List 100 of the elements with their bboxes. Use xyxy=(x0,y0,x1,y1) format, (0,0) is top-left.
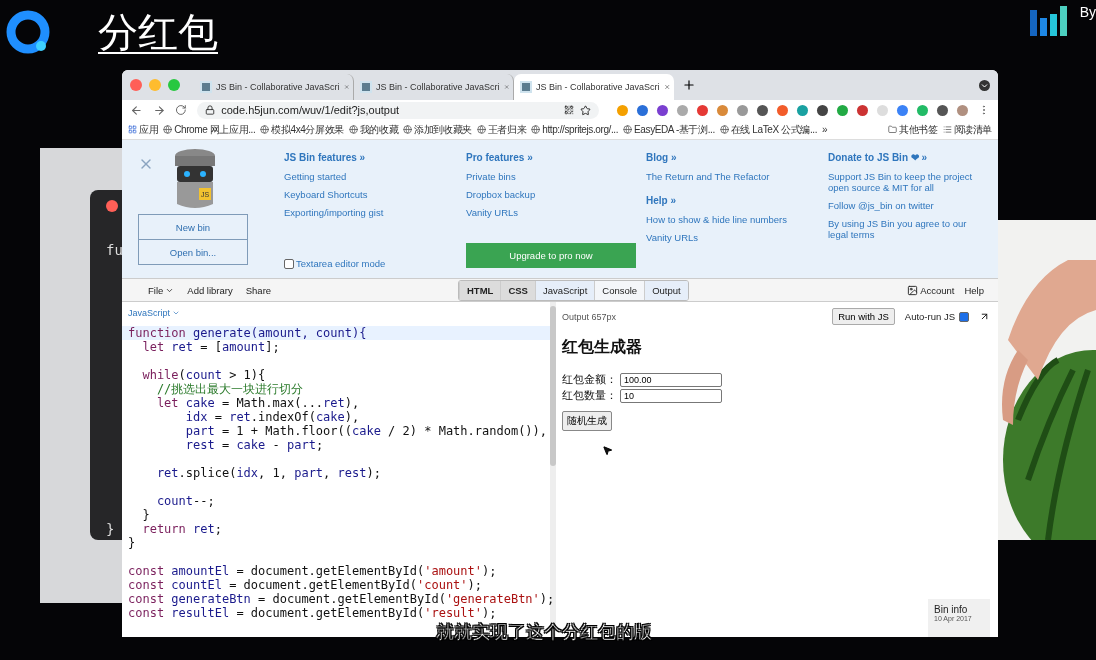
star-icon[interactable] xyxy=(580,104,592,116)
section-heading-link[interactable]: Donate to JS Bin ❤ » xyxy=(828,152,998,163)
code-line: rest = cake - part; xyxy=(184,438,325,452)
globe-icon xyxy=(531,125,541,134)
code-line: } xyxy=(141,508,151,522)
extension-icon[interactable] xyxy=(937,104,949,116)
panel-link[interactable]: Getting started xyxy=(284,171,466,182)
bookmark[interactable]: 应用 xyxy=(128,122,159,137)
close-icon[interactable] xyxy=(343,82,349,92)
bookmark[interactable]: 王者归来 xyxy=(476,122,527,137)
folder-icon xyxy=(888,125,898,134)
checkbox[interactable] xyxy=(284,258,294,269)
caret-icon xyxy=(172,309,181,317)
panel-link[interactable]: Exporting/importing gist xyxy=(284,207,466,218)
open-external-icon[interactable] xyxy=(979,311,990,322)
globe-icon xyxy=(403,125,413,134)
bookmark[interactable]: 我的收藏 xyxy=(348,122,399,137)
tab-icon xyxy=(360,81,372,93)
toolbar-link[interactable]: Share xyxy=(245,284,272,296)
code-line: } xyxy=(127,536,137,550)
plus-icon[interactable] xyxy=(682,78,696,92)
generate-button[interactable]: 随机生成 xyxy=(562,411,612,431)
globe-icon xyxy=(348,125,358,134)
bookmark[interactable]: 添加到收藏夹 xyxy=(403,122,472,137)
run-button[interactable]: Run with JS xyxy=(832,308,895,325)
input-field[interactable]: 10 xyxy=(620,388,722,403)
slide-title: 分红包 xyxy=(98,7,218,57)
bin-info-title: Bin info xyxy=(934,604,969,615)
account-link[interactable]: Account xyxy=(920,284,955,296)
panel-tab[interactable]: JavaScript xyxy=(534,280,595,300)
textarea-mode-checkbox[interactable]: Textarea editor mode xyxy=(284,258,466,269)
bookmark[interactable]: 阅读清单 xyxy=(942,122,992,137)
code-line: let ret = [amount]; xyxy=(141,340,281,354)
panel-tab[interactable]: HTML xyxy=(459,280,501,300)
autorun-label: Auto-run JS xyxy=(904,311,955,322)
dropdown-icon[interactable] xyxy=(979,79,990,91)
bookmark[interactable]: 模拟4x4分屏效果 xyxy=(260,122,344,137)
section-heading-link[interactable]: Pro features » xyxy=(466,152,646,163)
panel-button[interactable]: New bin xyxy=(138,214,248,240)
tab-icon xyxy=(200,81,212,93)
panel-link[interactable]: Keyboard Shortcuts xyxy=(284,189,466,200)
code-text: fu xyxy=(106,242,124,258)
language-selector[interactable]: JavaScript xyxy=(122,308,550,318)
section-heading-link[interactable]: Blog » xyxy=(646,152,828,163)
close-icon[interactable] xyxy=(663,82,670,92)
browser-tab[interactable]: JS Bin - Collaborative JavaScri xyxy=(514,74,674,100)
code-line: const generateBtn = document.getElementById('generateBtn'); xyxy=(127,592,550,606)
extension-icon[interactable] xyxy=(657,104,669,116)
panel-tab[interactable]: Output xyxy=(644,280,688,300)
reload-icon[interactable] xyxy=(175,104,188,116)
panel-link[interactable]: Vanity URLs xyxy=(466,207,646,218)
bookmark[interactable]: Chrome 网上应用... xyxy=(163,122,256,137)
page-heading: 红包生成器 xyxy=(562,337,643,357)
panel-link[interactable]: The Return and The Refactor xyxy=(646,171,828,182)
image-icon xyxy=(907,284,919,296)
extension-icon[interactable] xyxy=(857,104,869,116)
close-window-icon[interactable] xyxy=(130,79,142,91)
browser-tab[interactable]: JS Bin - Collaborative JavaScri xyxy=(194,74,354,100)
panel-link[interactable]: Vanity URLs xyxy=(646,232,828,243)
help-link[interactable]: Help xyxy=(964,284,984,296)
close-dot-icon xyxy=(106,200,118,212)
back-icon[interactable] xyxy=(130,103,143,117)
browser-tab[interactable]: JS Bin - Collaborative JavaScri xyxy=(354,74,514,100)
scrollbar[interactable] xyxy=(550,306,556,466)
bookmark[interactable]: 其他书签 xyxy=(888,122,938,137)
bookmark[interactable]: EasyEDA -基于浏... xyxy=(623,122,715,137)
globe-icon xyxy=(719,125,729,134)
code-text: } xyxy=(106,521,116,537)
panel-link[interactable]: Support JS Bin to keep the project open source & MIT for all xyxy=(828,171,978,193)
extension-icon[interactable] xyxy=(817,104,829,116)
panel-link[interactable]: Private bins xyxy=(466,171,646,182)
toolbar-link[interactable]: Add library xyxy=(187,284,233,296)
bookmark[interactable]: » xyxy=(822,124,828,135)
mouse-pointer-icon xyxy=(602,445,613,456)
panel-tab[interactable]: CSS xyxy=(500,280,535,300)
panel-button[interactable]: Open bin... xyxy=(138,239,248,265)
extension-icon[interactable] xyxy=(637,104,649,116)
video-subtitle: 就就实现了这个分红包的版 xyxy=(436,620,652,644)
forward-icon[interactable] xyxy=(152,103,166,117)
code-line: //挑选出最大一块进行切分 xyxy=(155,382,305,396)
qr-code-icon[interactable] xyxy=(564,105,575,115)
panel-tab[interactable]: Console xyxy=(594,280,645,300)
toolbar-link[interactable]: File xyxy=(148,284,175,296)
panel-link[interactable]: Follow @js_bin on twitter xyxy=(828,200,978,211)
field-label: 红包金额： xyxy=(562,372,618,387)
panel-link[interactable]: How to show & hide line numbers xyxy=(646,214,828,225)
lock-icon xyxy=(205,105,216,115)
bookmark[interactable]: http://spritejs.org/... xyxy=(531,124,619,135)
extension-icon[interactable] xyxy=(757,104,769,116)
address-bar[interactable]: code.h5jun.com/wuv/1/edit?js,output xyxy=(197,101,600,119)
panel-link[interactable]: By using JS Bin you agree to our legal terms xyxy=(828,218,978,240)
extension-icon[interactable] xyxy=(697,104,709,116)
section-heading-link[interactable]: Help » xyxy=(646,195,828,206)
close-icon[interactable] xyxy=(503,82,509,92)
input-field[interactable]: 100.00 xyxy=(620,372,722,387)
code-line: ret.splice(idx, 1, part, rest); xyxy=(155,466,382,480)
bookmark[interactable]: 在线 LaTeX 公式编... xyxy=(719,122,818,137)
autorun-checkbox[interactable] xyxy=(959,311,969,322)
section-heading-link[interactable]: JS Bin features » xyxy=(284,152,466,163)
panel-link[interactable]: Dropbox backup xyxy=(466,189,646,200)
